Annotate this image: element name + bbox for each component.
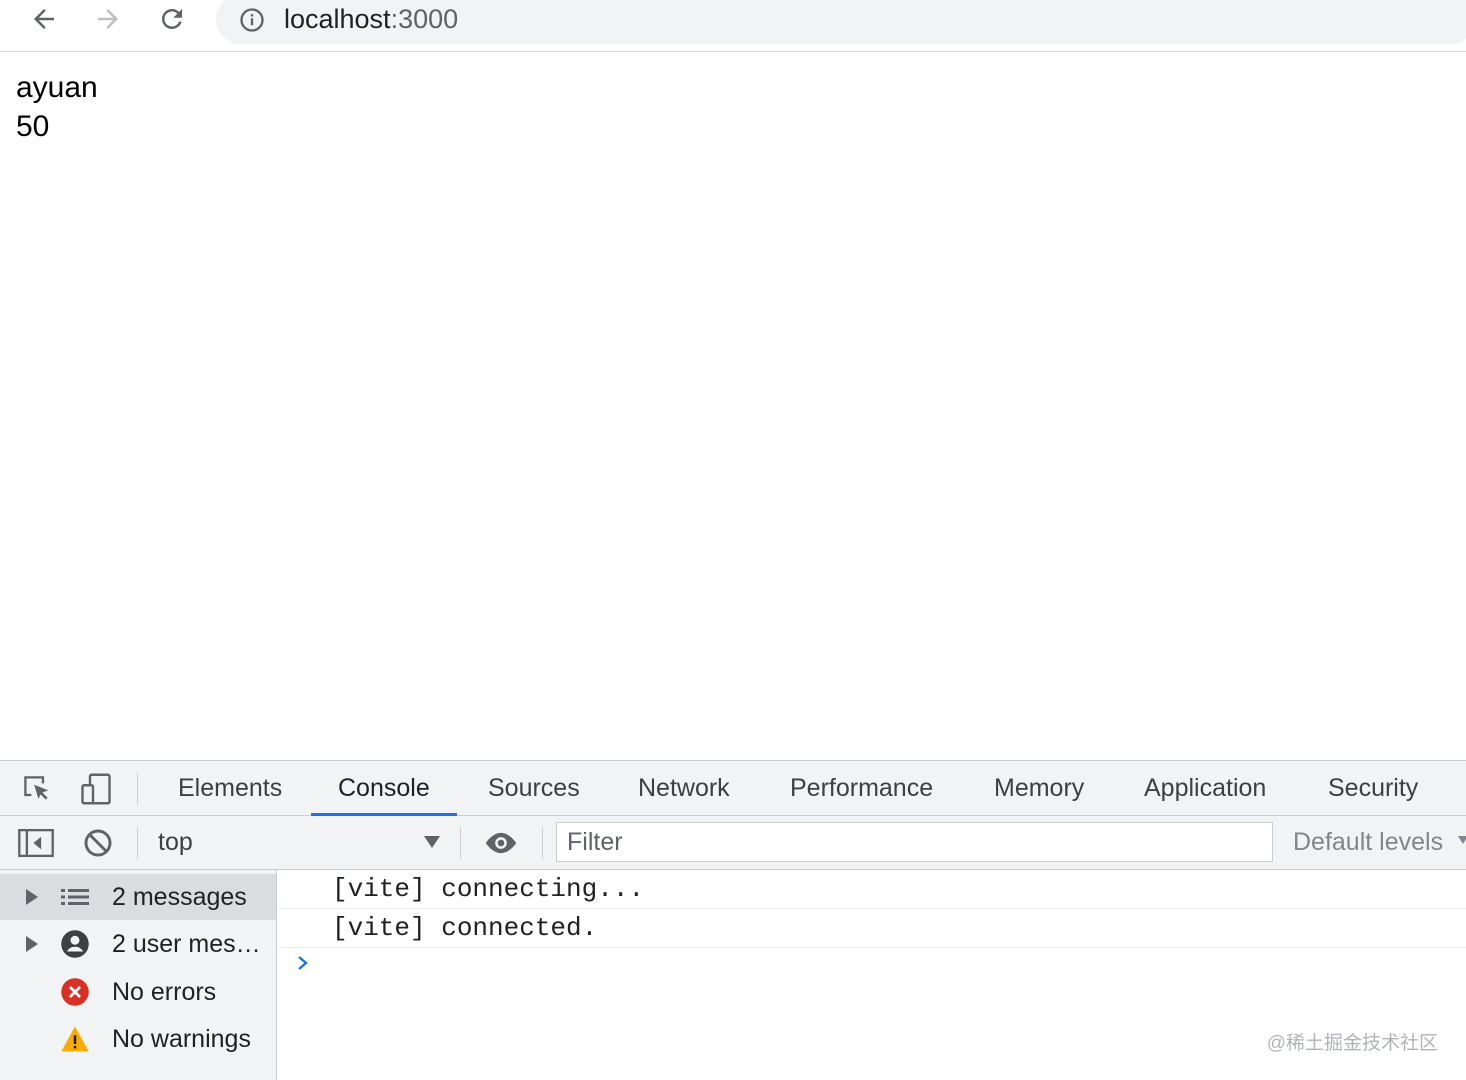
tab-sources[interactable]: Sources (486, 761, 582, 816)
watermark: @稀土掘金技术社区 (1266, 1033, 1438, 1054)
tab-performance[interactable]: Performance (788, 761, 935, 816)
page-viewport: ayuan 50 (0, 52, 1466, 760)
list-icon (60, 882, 90, 912)
sidebar-item-messages[interactable]: 2 messages (0, 874, 276, 920)
toolbar-divider (460, 827, 461, 859)
url-text[interactable]: localhost:3000 (284, 4, 458, 34)
tab-memory[interactable]: Memory (992, 761, 1086, 816)
sidebar-item-errors[interactable]: No errors (0, 969, 276, 1015)
info-icon[interactable] (238, 6, 266, 34)
devtools-tab-bar: Elements Console Sources Network Perform… (0, 761, 1466, 816)
console-message-text: [vite] connected. (332, 913, 598, 943)
caret-down-icon[interactable] (424, 836, 440, 848)
filter-input[interactable] (556, 822, 1273, 862)
arrow-right-icon (98, 9, 118, 29)
url-port: :3000 (390, 4, 459, 34)
console-message[interactable]: [vite] connected. (278, 909, 1466, 948)
console-toolbar: top Default levels (0, 816, 1466, 870)
device-toolbar-button[interactable] (76, 771, 116, 807)
expand-triangle-icon[interactable] (26, 936, 38, 952)
block-icon (84, 829, 112, 857)
caret-down-icon[interactable] (1458, 836, 1466, 844)
console-prompt-icon[interactable] (296, 954, 310, 972)
warning-icon (60, 1024, 90, 1054)
toggle-sidebar-button[interactable] (16, 825, 56, 861)
eye-icon (485, 832, 517, 854)
console-sidebar: 2 messages 2 user mes… No errors No warn… (0, 870, 277, 1080)
forward-button[interactable] (86, 0, 130, 38)
tab-application[interactable]: Application (1142, 761, 1268, 816)
tab-elements[interactable]: Elements (176, 761, 284, 816)
toolbar-divider (137, 773, 138, 805)
console-output[interactable]: [vite] connecting... [vite] connected. @… (278, 870, 1466, 1080)
console-message-text: [vite] connecting... (332, 874, 645, 904)
clear-console-button[interactable] (80, 825, 116, 861)
toolbar-divider (542, 827, 543, 859)
sidebar-toggle-icon (18, 828, 54, 858)
devtools-panel: Elements Console Sources Network Perform… (0, 760, 1466, 1080)
sidebar-item-label: No errors (112, 978, 217, 1006)
sidebar-item-label: 2 user mes… (112, 930, 261, 958)
inspect-element-button[interactable] (18, 771, 56, 807)
arrow-left-icon (34, 9, 54, 29)
page-text-number: 50 (16, 110, 50, 143)
tab-console[interactable]: Console (311, 761, 457, 816)
reload-icon (161, 8, 182, 29)
context-selector[interactable]: top (158, 826, 193, 858)
browser-toolbar: localhost:3000 (0, 0, 1466, 52)
user-icon (60, 929, 90, 959)
device-icon (81, 773, 111, 805)
error-icon (60, 977, 90, 1007)
back-button[interactable] (22, 0, 66, 38)
tab-security[interactable]: Security (1326, 761, 1420, 816)
sidebar-item-label: 2 messages (112, 883, 247, 911)
reload-button[interactable] (150, 0, 194, 38)
toolbar-divider (137, 827, 138, 859)
expand-triangle-icon[interactable] (26, 889, 38, 905)
address-bar[interactable]: localhost:3000 (216, 0, 1466, 44)
page-text-name: ayuan (16, 71, 98, 104)
log-levels-dropdown[interactable]: Default levels (1293, 826, 1443, 858)
url-host: localhost (284, 4, 391, 34)
sidebar-item-user-messages[interactable]: 2 user mes… (0, 921, 276, 967)
live-expression-button[interactable] (480, 827, 522, 859)
inspect-icon (24, 776, 49, 800)
tab-network[interactable]: Network (636, 761, 732, 816)
sidebar-item-warnings[interactable]: No warnings (0, 1016, 276, 1062)
sidebar-item-label: No warnings (112, 1025, 251, 1053)
console-message[interactable]: [vite] connecting... (278, 870, 1466, 909)
